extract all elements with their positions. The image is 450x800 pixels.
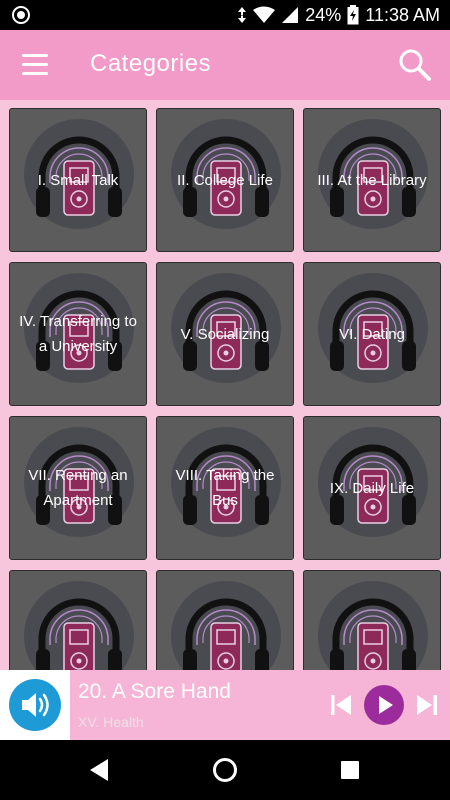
category-label: VI. Dating bbox=[339, 325, 405, 343]
category-label: I. Small Talk bbox=[37, 171, 119, 189]
now-playing-category: XV. Health bbox=[78, 714, 144, 730]
category-label bbox=[304, 571, 440, 670]
data-arrows-icon bbox=[238, 7, 247, 23]
status-bar: 24% 11:38 AM bbox=[0, 0, 450, 30]
status-indicators: 24% 11:38 AM bbox=[237, 4, 440, 26]
recents-icon[interactable] bbox=[336, 756, 364, 784]
category-label: IV. Transferring to a University bbox=[19, 313, 137, 355]
category-label: VIII. Taking the Bus bbox=[175, 467, 275, 509]
search-icon[interactable] bbox=[398, 48, 432, 82]
volume-button[interactable] bbox=[9, 679, 61, 731]
category-tile[interactable] bbox=[9, 570, 147, 670]
skip-next-icon[interactable] bbox=[414, 692, 440, 718]
app-bar: Categories bbox=[0, 30, 450, 100]
category-tile[interactable]: II. College Life bbox=[156, 108, 294, 252]
category-tile[interactable] bbox=[303, 570, 441, 670]
category-tile[interactable]: IV. Transferring to a University bbox=[9, 262, 147, 406]
clock: 11:38 AM bbox=[365, 4, 440, 25]
menu-icon[interactable] bbox=[22, 54, 48, 76]
home-icon[interactable] bbox=[211, 756, 239, 784]
category-label: IX. Daily Life bbox=[329, 479, 415, 497]
speaker-volume-icon bbox=[22, 693, 49, 717]
category-label bbox=[10, 571, 146, 670]
battery-charging-icon bbox=[347, 5, 359, 25]
category-tile[interactable]: III. At the Library bbox=[303, 108, 441, 252]
skip-previous-icon[interactable] bbox=[328, 692, 354, 718]
mini-player: 20. A Sore Hand XV. Health bbox=[0, 670, 450, 740]
category-tile[interactable]: I. Small Talk bbox=[9, 108, 147, 252]
category-label: V. Socializing bbox=[180, 325, 270, 343]
volume-button-container bbox=[0, 670, 70, 740]
cell-signal-icon bbox=[282, 7, 299, 23]
category-label: II. College Life bbox=[177, 171, 273, 189]
play-icon bbox=[379, 696, 393, 714]
play-button[interactable] bbox=[364, 685, 404, 725]
category-grid: I. Small Talk II. College Life III. At t… bbox=[0, 100, 450, 670]
category-label bbox=[157, 571, 293, 670]
back-icon[interactable] bbox=[86, 756, 114, 784]
category-tile[interactable]: V. Socializing bbox=[156, 262, 294, 406]
now-playing-title: 20. A Sore Hand bbox=[78, 680, 231, 703]
category-tile[interactable]: VIII. Taking the Bus bbox=[156, 416, 294, 560]
category-tile[interactable]: IX. Daily Life bbox=[303, 416, 441, 560]
wifi-icon bbox=[253, 6, 276, 23]
battery-percent: 24% bbox=[305, 4, 342, 25]
category-tile[interactable]: VI. Dating bbox=[303, 262, 441, 406]
system-navigation-bar bbox=[0, 740, 450, 800]
camera-notification-icon bbox=[12, 6, 30, 24]
page-title: Categories bbox=[90, 50, 212, 77]
category-tile[interactable]: VII. Renting an Apartment bbox=[9, 416, 147, 560]
category-tile[interactable] bbox=[156, 570, 294, 670]
category-label: VII. Renting an Apartment bbox=[28, 467, 128, 509]
category-label: III. At the Library bbox=[317, 171, 427, 189]
